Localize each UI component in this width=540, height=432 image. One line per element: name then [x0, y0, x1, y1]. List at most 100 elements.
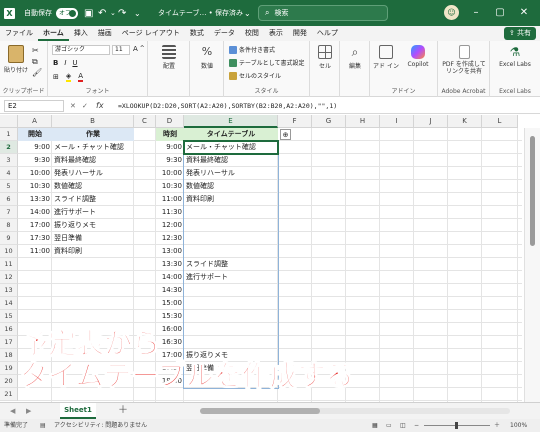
timetable-time-cell[interactable]: 11:30 — [156, 206, 184, 219]
row-header-8[interactable]: 8 — [0, 219, 18, 232]
timetable-header-time[interactable]: 時刻 — [156, 128, 184, 141]
row-header-1[interactable]: 1 — [0, 128, 18, 141]
tab-file[interactable]: ファイル — [0, 26, 38, 41]
row-header-20[interactable]: 20 — [0, 375, 18, 388]
timetable-time-cell[interactable]: 11:00 — [156, 193, 184, 206]
column-header-h[interactable]: H — [346, 115, 380, 128]
schedule-start-cell[interactable]: 10:00 — [18, 167, 52, 180]
copy-icon[interactable]: ⧉ — [32, 57, 38, 67]
tab-help[interactable]: ヘルプ — [312, 26, 343, 41]
search-box[interactable]: ⌕ 検索 — [258, 5, 388, 21]
schedule-task-cell[interactable]: 資料印刷 — [52, 245, 134, 258]
tab-view[interactable]: 表示 — [264, 26, 288, 41]
timetable-time-cell[interactable]: 13:00 — [156, 245, 184, 258]
schedule-task-cell[interactable]: 発表リハーサル — [52, 167, 134, 180]
row-header-18[interactable]: 18 — [0, 349, 18, 362]
format-as-table-button[interactable]: テーブルとして書式設定 — [229, 58, 304, 67]
row-header-6[interactable]: 6 — [0, 193, 18, 206]
edit-button[interactable]: ⌕ 編集 — [343, 45, 367, 70]
row-header-7[interactable]: 7 — [0, 206, 18, 219]
cell-style-button[interactable]: セルのスタイル — [229, 71, 281, 80]
schedule-start-cell[interactable]: 13:30 — [18, 193, 52, 206]
save-icon[interactable]: ▣ — [84, 0, 93, 26]
border-icon[interactable]: ⊞ — [53, 73, 59, 81]
font-size-select[interactable]: 11 — [112, 45, 130, 55]
schedule-start-cell[interactable]: 9:00 — [18, 141, 52, 154]
tab-developer[interactable]: 開発 — [288, 26, 312, 41]
row-header-12[interactable]: 12 — [0, 271, 18, 284]
column-header-i[interactable]: I — [380, 115, 414, 128]
timetable-time-cell[interactable]: 14:00 — [156, 271, 184, 284]
paste-button[interactable]: 貼り付け — [4, 45, 28, 74]
schedule-task-cell[interactable]: 翌日準備 — [52, 232, 134, 245]
format-painter-icon[interactable]: 🖌 — [32, 68, 42, 77]
row-header-13[interactable]: 13 — [0, 284, 18, 297]
row-header-16[interactable]: 16 — [0, 323, 18, 336]
zoom-slider-handle[interactable] — [455, 422, 458, 429]
schedule-start-cell[interactable]: 11:00 — [18, 245, 52, 258]
quick-analysis-icon[interactable]: ⊕ — [280, 129, 291, 140]
align-button[interactable]: 配置 — [155, 45, 183, 70]
avatar[interactable]: ☺ — [444, 5, 459, 20]
row-header-4[interactable]: 4 — [0, 167, 18, 180]
schedule-start-cell[interactable]: 10:30 — [18, 180, 52, 193]
vertical-scroll-thumb[interactable] — [530, 136, 535, 246]
formula-enter-icon[interactable]: ✓ — [82, 98, 88, 114]
zoom-level[interactable]: 100% — [510, 419, 527, 432]
font-name-select[interactable]: 游ゴシック — [52, 45, 110, 55]
tab-formulas[interactable]: 数式 — [185, 26, 209, 41]
maximize-icon[interactable]: ▢ — [490, 0, 510, 26]
accessibility-status[interactable]: アクセシビリティ: 問題ありません — [54, 419, 147, 432]
zoom-out-icon[interactable]: − — [414, 419, 419, 432]
excel-labs-button[interactable]: ⚗ Excel Labs — [498, 45, 532, 68]
schedule-task-cell[interactable]: 数値確認 — [52, 180, 134, 193]
cut-icon[interactable]: ✂ — [32, 46, 39, 55]
redo-icon[interactable]: ↷ — [118, 0, 126, 26]
schedule-start-cell[interactable]: 9:30 — [18, 154, 52, 167]
copilot-button[interactable]: Copilot — [402, 45, 434, 68]
horizontal-scroll-thumb[interactable] — [200, 408, 320, 414]
timetable-time-cell[interactable]: 12:00 — [156, 219, 184, 232]
column-header-f[interactable]: F — [278, 115, 312, 128]
timetable-time-cell[interactable]: 13:30 — [156, 258, 184, 271]
column-header-k[interactable]: K — [448, 115, 482, 128]
timetable-time-cell[interactable]: 16:30 — [156, 336, 184, 349]
row-header-11[interactable]: 11 — [0, 258, 18, 271]
schedule-task-cell[interactable]: メール・チャット確認 — [52, 141, 134, 154]
add-sheet-icon[interactable]: ＋ — [118, 403, 128, 419]
row-header-15[interactable]: 15 — [0, 310, 18, 323]
share-button[interactable]: ⇪ 共有 — [503, 27, 536, 40]
undo-dropdown-icon[interactable]: ⌄ — [110, 0, 116, 26]
timetable-time-cell[interactable]: 9:30 — [156, 154, 184, 167]
prev-sheet-icon[interactable]: ◀ — [10, 403, 15, 419]
undo-icon[interactable]: ↶ — [98, 0, 106, 26]
number-button[interactable]: % 数値 — [194, 45, 220, 70]
row-header-19[interactable]: 19 — [0, 362, 18, 375]
row-header-17[interactable]: 17 — [0, 336, 18, 349]
schedule-start-cell[interactable]: 17:30 — [18, 232, 52, 245]
row-header-21[interactable]: 21 — [0, 388, 18, 401]
name-box[interactable]: E2 — [4, 100, 64, 112]
timetable-time-cell[interactable]: 12:30 — [156, 232, 184, 245]
tab-home[interactable]: ホーム — [38, 26, 69, 41]
column-header-b[interactable]: B — [52, 115, 134, 128]
formula-cancel-icon[interactable]: ✕ — [70, 98, 76, 114]
timetable-time-cell[interactable]: 15:30 — [156, 310, 184, 323]
bold-icon[interactable]: B — [53, 59, 58, 67]
row-header-9[interactable]: 9 — [0, 232, 18, 245]
schedule-start-cell[interactable]: 17:00 — [18, 219, 52, 232]
timetable-time-cell[interactable]: 10:30 — [156, 180, 184, 193]
autosave-toggle[interactable]: オフ — [56, 0, 78, 26]
vertical-scrollbar[interactable] — [524, 128, 540, 402]
conditional-format-button[interactable]: 条件付き書式 — [229, 45, 275, 54]
addin-button[interactable]: アド イン — [373, 45, 399, 70]
horizontal-scrollbar[interactable] — [200, 408, 510, 414]
tab-page-layout[interactable]: ページ レイアウト — [117, 26, 185, 41]
tab-draw[interactable]: 描画 — [93, 26, 117, 41]
column-header-d[interactable]: D — [156, 115, 184, 128]
column-header-e[interactable]: E — [184, 115, 278, 128]
timetable-time-cell[interactable]: 10:00 — [156, 167, 184, 180]
sheet-tab-sheet1[interactable]: Sheet1 — [60, 403, 96, 419]
schedule-task-cell[interactable]: 振り返りメモ — [52, 219, 134, 232]
close-icon[interactable]: ✕ — [514, 0, 534, 26]
